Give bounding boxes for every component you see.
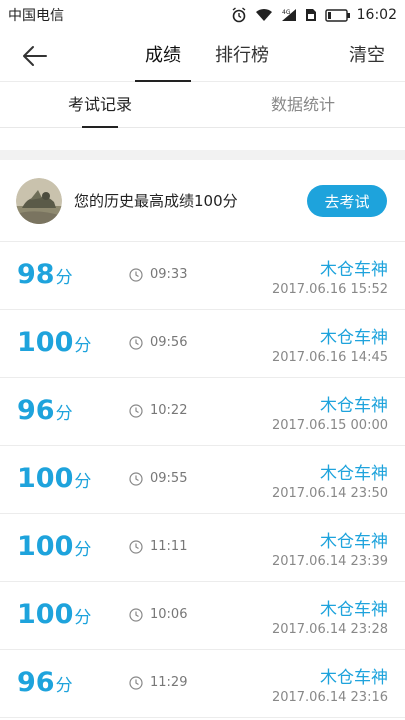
record-score: 100分: [17, 600, 91, 633]
record-score: 100分: [17, 328, 91, 361]
carrier-name: 中国电信: [8, 8, 64, 24]
record-duration: 09:55: [150, 471, 188, 486]
clear-button[interactable]: 清空: [349, 30, 385, 82]
score-unit: 分: [55, 268, 73, 288]
record-user-name: 木仓车神: [320, 464, 388, 484]
clock-icon: [129, 336, 143, 350]
section-divider: [0, 150, 405, 160]
record-date: 2017.06.14 23:39: [271, 554, 388, 569]
wifi-icon: [255, 8, 273, 22]
best-score-summary: 您的历史最高成绩100分 去考试: [0, 160, 405, 242]
score-value: 98: [17, 259, 55, 290]
tab-ranking[interactable]: 排行榜: [215, 30, 269, 82]
app-header: 成绩 排行榜 清空: [0, 30, 405, 82]
score-unit: 分: [74, 472, 92, 492]
score-unit: 分: [55, 404, 73, 424]
score-value: 96: [17, 395, 55, 426]
exam-record-row[interactable]: 96分 10:22 木仓车神 2017.06.15 00:00: [0, 378, 405, 446]
record-score: 100分: [17, 464, 91, 497]
score-value: 100: [17, 327, 74, 358]
score-unit: 分: [55, 676, 73, 696]
battery-icon: [324, 8, 351, 22]
status-bar: 中国电信 4G 16:02: [0, 0, 405, 30]
record-user-name: 木仓车神: [320, 328, 388, 348]
exam-record-row[interactable]: 96分 11:29 木仓车神 2017.06.14 23:16: [0, 650, 405, 718]
clock-icon: [129, 608, 143, 622]
exam-record-row[interactable]: 100分 09:55 木仓车神 2017.06.14 23:50: [0, 446, 405, 514]
clock-icon: [129, 540, 143, 554]
clock-icon: [129, 404, 143, 418]
score-unit: 分: [74, 336, 92, 356]
clock-icon: [129, 268, 143, 282]
score-unit: 分: [74, 540, 92, 560]
record-duration: 10:06: [150, 607, 188, 622]
clock-time: 16:02: [356, 7, 397, 23]
record-date: 2017.06.14 23:28: [271, 622, 388, 637]
exam-record-row[interactable]: 100分 11:11 木仓车神 2017.06.14 23:39: [0, 514, 405, 582]
record-user-name: 木仓车神: [320, 532, 388, 552]
subtab-data-stats[interactable]: 数据统计: [271, 82, 335, 128]
record-duration: 11:29: [150, 675, 188, 690]
back-arrow-icon: [23, 46, 47, 66]
avatar: [16, 177, 62, 224]
alarm-icon: [231, 7, 247, 23]
record-duration: 10:22: [150, 403, 188, 418]
record-duration: 11:11: [150, 539, 188, 554]
subtab-exam-records[interactable]: 考试记录: [68, 82, 132, 128]
exam-record-row[interactable]: 100分 10:06 木仓车神 2017.06.14 23:28: [0, 582, 405, 650]
tab-score[interactable]: 成绩: [135, 30, 191, 82]
record-date: 2017.06.16 14:45: [271, 350, 388, 365]
clock-icon: [129, 676, 143, 690]
score-value: 100: [17, 463, 74, 494]
sub-tab-bar: 考试记录 数据统计: [0, 82, 405, 128]
exam-record-list: 98分 09:33 木仓车神 2017.06.16 15:52 100分 09:56 木仓车…: [0, 242, 405, 718]
exam-record-row[interactable]: 100分 09:56 木仓车神 2017.06.16 14:45: [0, 310, 405, 378]
record-duration: 09:33: [150, 267, 188, 282]
record-duration: 09:56: [150, 335, 188, 350]
record-user-name: 木仓车神: [320, 600, 388, 620]
clock-icon: [129, 472, 143, 486]
exam-record-row[interactable]: 98分 09:33 木仓车神 2017.06.16 15:52: [0, 242, 405, 310]
record-score: 96分: [17, 668, 73, 701]
record-date: 2017.06.14 23:16: [271, 690, 388, 705]
record-score: 98分: [17, 260, 73, 293]
take-exam-button[interactable]: 去考试: [307, 185, 387, 217]
record-score: 100分: [17, 532, 91, 565]
sim-icon: [305, 8, 317, 22]
record-score: 96分: [17, 396, 73, 429]
svg-text:4G: 4G: [282, 9, 291, 16]
record-date: 2017.06.14 23:50: [271, 486, 388, 501]
score-value: 100: [17, 531, 74, 562]
signal-icon: 4G: [281, 8, 297, 22]
record-user-name: 木仓车神: [320, 396, 388, 416]
record-user-name: 木仓车神: [320, 668, 388, 688]
score-value: 100: [17, 599, 74, 630]
score-unit: 分: [74, 608, 92, 628]
score-value: 96: [17, 667, 55, 698]
record-user-name: 木仓车神: [320, 260, 388, 280]
record-date: 2017.06.16 15:52: [271, 282, 388, 297]
record-date: 2017.06.15 00:00: [271, 418, 388, 433]
status-icons: 4G: [231, 7, 351, 23]
back-button[interactable]: [18, 42, 52, 70]
